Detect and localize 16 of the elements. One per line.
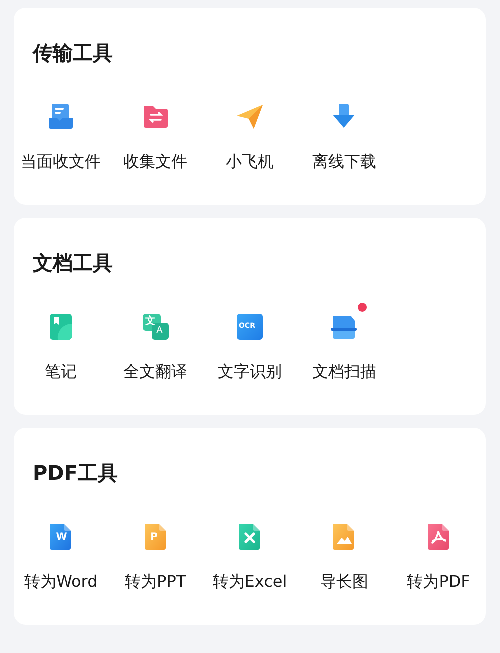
tool-label[interactable]: 转为PDF	[407, 571, 470, 593]
section-title: 传输工具	[32, 40, 114, 67]
tool-label[interactable]: 当面收文件	[21, 151, 102, 173]
tool-label[interactable]: 全文翻译	[124, 361, 188, 383]
section-title: PDF工具	[32, 460, 119, 487]
tool-label[interactable]: 导长图	[320, 571, 368, 593]
tool-label[interactable]: 转为Excel	[212, 571, 288, 593]
section-title: 文档工具	[32, 250, 114, 277]
tool-label[interactable]: 笔记	[45, 361, 78, 383]
tool-label[interactable]: 转为PPT	[125, 571, 186, 593]
tool-label[interactable]: 文档扫描	[312, 361, 376, 383]
tool-label[interactable]: 文字识别	[218, 361, 282, 383]
tool-label[interactable]: 收集文件	[124, 151, 188, 173]
tool-label[interactable]: 离线下载	[312, 151, 376, 173]
tool-label[interactable]: 转为Word	[24, 571, 98, 593]
tool-label[interactable]: 小飞机	[226, 151, 274, 173]
